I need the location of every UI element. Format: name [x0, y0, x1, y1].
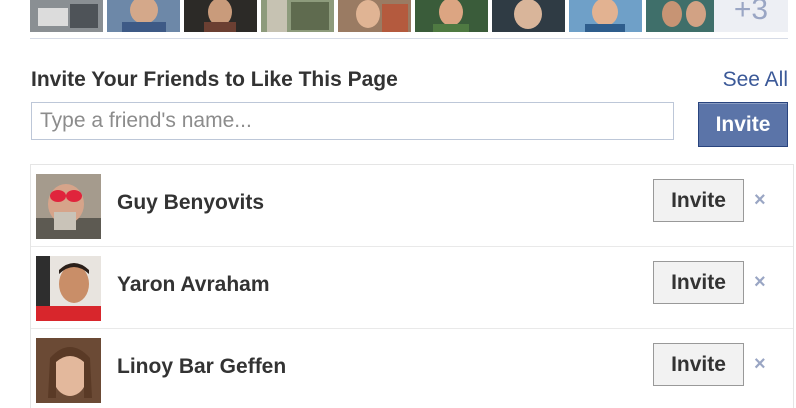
list-item: Linoy Bar Geffen Invite × [31, 329, 793, 408]
divider [30, 38, 788, 39]
friend-avatar[interactable] [492, 0, 565, 32]
friend-avatar[interactable] [107, 0, 180, 32]
friend-name[interactable]: Linoy Bar Geffen [117, 355, 286, 379]
invite-friends-panel: +3 Invite Your Friends to Like This Page… [0, 0, 796, 408]
invite-button[interactable]: Invite [653, 261, 744, 304]
invite-button[interactable]: Invite [653, 343, 744, 386]
remove-icon[interactable]: × [754, 189, 766, 212]
list-item: Yaron Avraham Invite × [31, 247, 793, 329]
friend-avatar[interactable] [184, 0, 257, 32]
list-item: Guy Benyovits Invite × [31, 165, 793, 247]
friend-name[interactable]: Guy Benyovits [117, 191, 264, 215]
invite-button[interactable]: Invite [653, 179, 744, 222]
friend-avatar[interactable] [30, 0, 103, 32]
friend-avatar[interactable] [646, 0, 719, 32]
avatar[interactable] [36, 338, 101, 403]
more-friends-count[interactable]: +3 [714, 0, 788, 32]
liked-friends-strip [30, 0, 719, 32]
friend-search-input[interactable] [31, 102, 674, 140]
remove-icon[interactable]: × [754, 271, 766, 294]
section-title: Invite Your Friends to Like This Page [31, 68, 398, 91]
friend-name[interactable]: Yaron Avraham [117, 273, 270, 297]
friend-avatar[interactable] [415, 0, 488, 32]
invite-typed-friend-button[interactable]: Invite [698, 102, 788, 147]
friend-avatar[interactable] [261, 0, 334, 32]
avatar[interactable] [36, 174, 101, 239]
friend-avatar[interactable] [338, 0, 411, 32]
avatar[interactable] [36, 256, 101, 321]
friend-suggestion-list: Guy Benyovits Invite × Yaron Avraham Inv… [30, 164, 794, 408]
friend-avatar[interactable] [569, 0, 642, 32]
see-all-link[interactable]: See All [723, 68, 788, 92]
remove-icon[interactable]: × [754, 353, 766, 376]
